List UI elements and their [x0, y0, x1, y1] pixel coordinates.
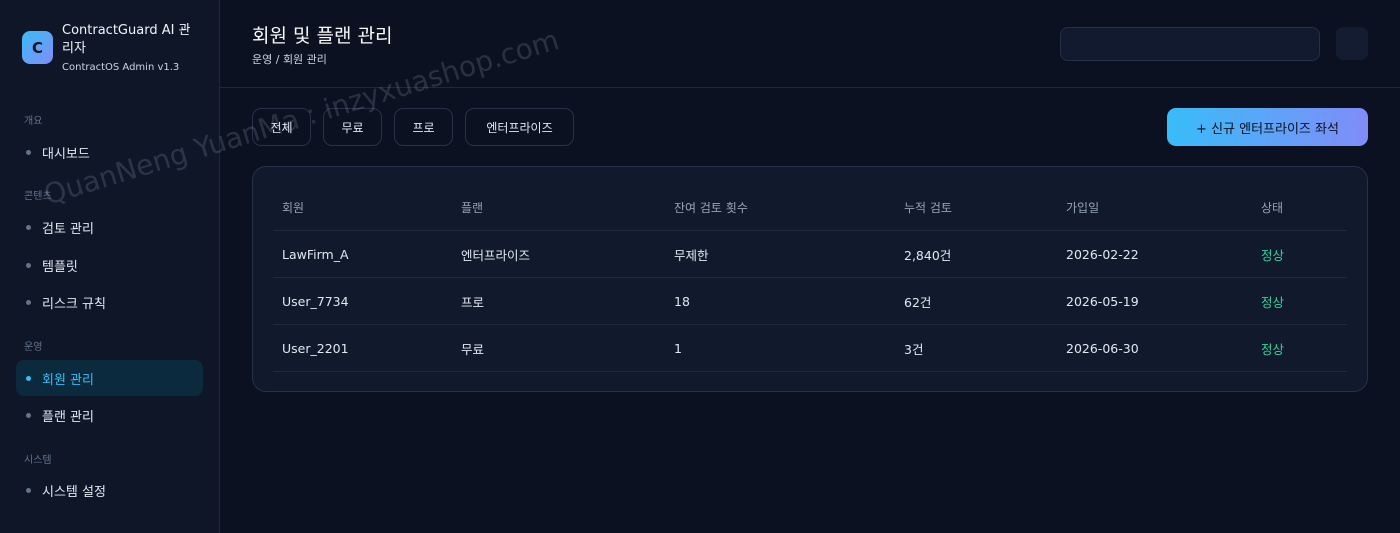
- column-header[interactable]: 상태: [1261, 184, 1283, 231]
- joined-date-cell: 2026-05-19: [1066, 294, 1139, 309]
- sidebar-item-risk-rules[interactable]: 리스크 규칙: [16, 284, 203, 320]
- table-header-row: 회원 플랜 잔여 검토 횟수 누적 검토 가입일 상태: [273, 184, 1347, 231]
- sidebar-item-label: 템플릿: [42, 259, 78, 275]
- bullet-icon: [26, 299, 31, 305]
- nav-section-content: 콘텐츠: [24, 191, 52, 202]
- sidebar-item-members[interactable]: 회원 관리: [16, 360, 203, 396]
- table-row[interactable]: User_2201 무료 1 3건 2026-06-30 정상: [273, 325, 1347, 372]
- total-reviews-cell: 2,840건: [904, 248, 952, 263]
- joined-date-cell: 2026-06-30: [1066, 341, 1139, 356]
- member-cell: User_2201: [282, 341, 349, 356]
- sidebar-item-label: 회원 관리: [42, 372, 94, 388]
- filter-pro-button[interactable]: 프로: [394, 108, 453, 146]
- column-header[interactable]: 누적 검토: [904, 184, 952, 231]
- total-reviews-cell: 62건: [904, 295, 932, 310]
- brand: C ContractGuard AI 관리자 ContractOS Admin …: [22, 22, 202, 73]
- joined-date-cell: 2026-02-22: [1066, 247, 1139, 262]
- member-cell: LawFirm_A: [282, 247, 349, 262]
- status-badge: 정상: [1261, 295, 1285, 310]
- sidebar-item-label: 검토 관리: [42, 221, 94, 237]
- status-badge: 정상: [1261, 342, 1285, 357]
- column-header[interactable]: 회원: [282, 184, 304, 231]
- bullet-icon: [26, 149, 31, 155]
- bullet-icon: [26, 224, 31, 230]
- total-reviews-cell: 3건: [904, 342, 924, 357]
- sidebar-item-label: 리스크 규칙: [42, 296, 106, 312]
- bullet-icon: [26, 412, 31, 418]
- status-badge: 정상: [1261, 248, 1285, 263]
- column-header[interactable]: 가입일: [1066, 184, 1099, 231]
- breadcrumb: 운영 / 회원 관리: [252, 53, 327, 66]
- sidebar-item-templates[interactable]: 템플릿: [16, 247, 203, 283]
- filter-enterprise-button[interactable]: 엔터프라이즈: [465, 108, 574, 146]
- table-row[interactable]: LawFirm_A 엔터프라이즈 무제한 2,840건 2026-02-22 정…: [273, 231, 1347, 278]
- remaining-reviews-cell: 18: [674, 294, 690, 309]
- sidebar: C ContractGuard AI 관리자 ContractOS Admin …: [0, 0, 220, 533]
- sidebar-item-settings[interactable]: 시스템 설정: [16, 472, 203, 508]
- sidebar-item-plans[interactable]: 플랜 관리: [16, 397, 203, 433]
- bullet-icon: [26, 375, 31, 381]
- nav-section-overview: 개요: [24, 116, 43, 127]
- page-header: 회원 및 플랜 관리 운영 / 회원 관리: [220, 0, 1400, 88]
- plan-cell: 무료: [461, 342, 485, 357]
- members-table: 회원 플랜 잔여 검토 횟수 누적 검토 가입일 상태 LawFirm_A 엔터…: [252, 166, 1368, 392]
- nav-section-system: 시스템: [24, 455, 52, 466]
- search-input[interactable]: [1060, 27, 1320, 61]
- plan-cell: 엔터프라이즈: [461, 248, 531, 263]
- user-menu-button[interactable]: [1336, 27, 1368, 60]
- sidebar-item-dashboard[interactable]: 대시보드: [16, 134, 203, 170]
- filter-free-button[interactable]: 무료: [323, 108, 382, 146]
- sidebar-item-review[interactable]: 검토 관리: [16, 209, 203, 245]
- remaining-reviews-cell: 1: [674, 341, 682, 356]
- member-cell: User_7734: [282, 294, 349, 309]
- brand-version: ContractOS Admin v1.3: [62, 62, 180, 73]
- plan-cell: 프로: [461, 295, 485, 310]
- filter-all-button[interactable]: 전체: [252, 108, 311, 146]
- nav-section-operations: 운영: [24, 342, 43, 353]
- sidebar-item-label: 시스템 설정: [42, 484, 106, 500]
- table-row[interactable]: User_7734 프로 18 62건 2026-05-19 정상: [273, 278, 1347, 325]
- brand-text: ContractGuard AI 관리자 ContractOS Admin v1…: [62, 22, 202, 73]
- sidebar-item-label: 플랜 관리: [42, 409, 94, 425]
- sidebar-item-label: 대시보드: [42, 146, 90, 162]
- add-enterprise-seat-button[interactable]: + 신규 엔터프라이즈 좌석: [1167, 108, 1368, 146]
- brand-logo: C: [22, 31, 53, 64]
- column-header[interactable]: 플랜: [461, 184, 483, 231]
- column-header[interactable]: 잔여 검토 횟수: [674, 184, 748, 231]
- brand-name: ContractGuard AI 관리자: [62, 23, 191, 56]
- page-title: 회원 및 플랜 관리: [252, 25, 393, 47]
- remaining-reviews-cell: 무제한: [674, 248, 709, 263]
- bullet-icon: [26, 262, 31, 268]
- bullet-icon: [26, 487, 31, 493]
